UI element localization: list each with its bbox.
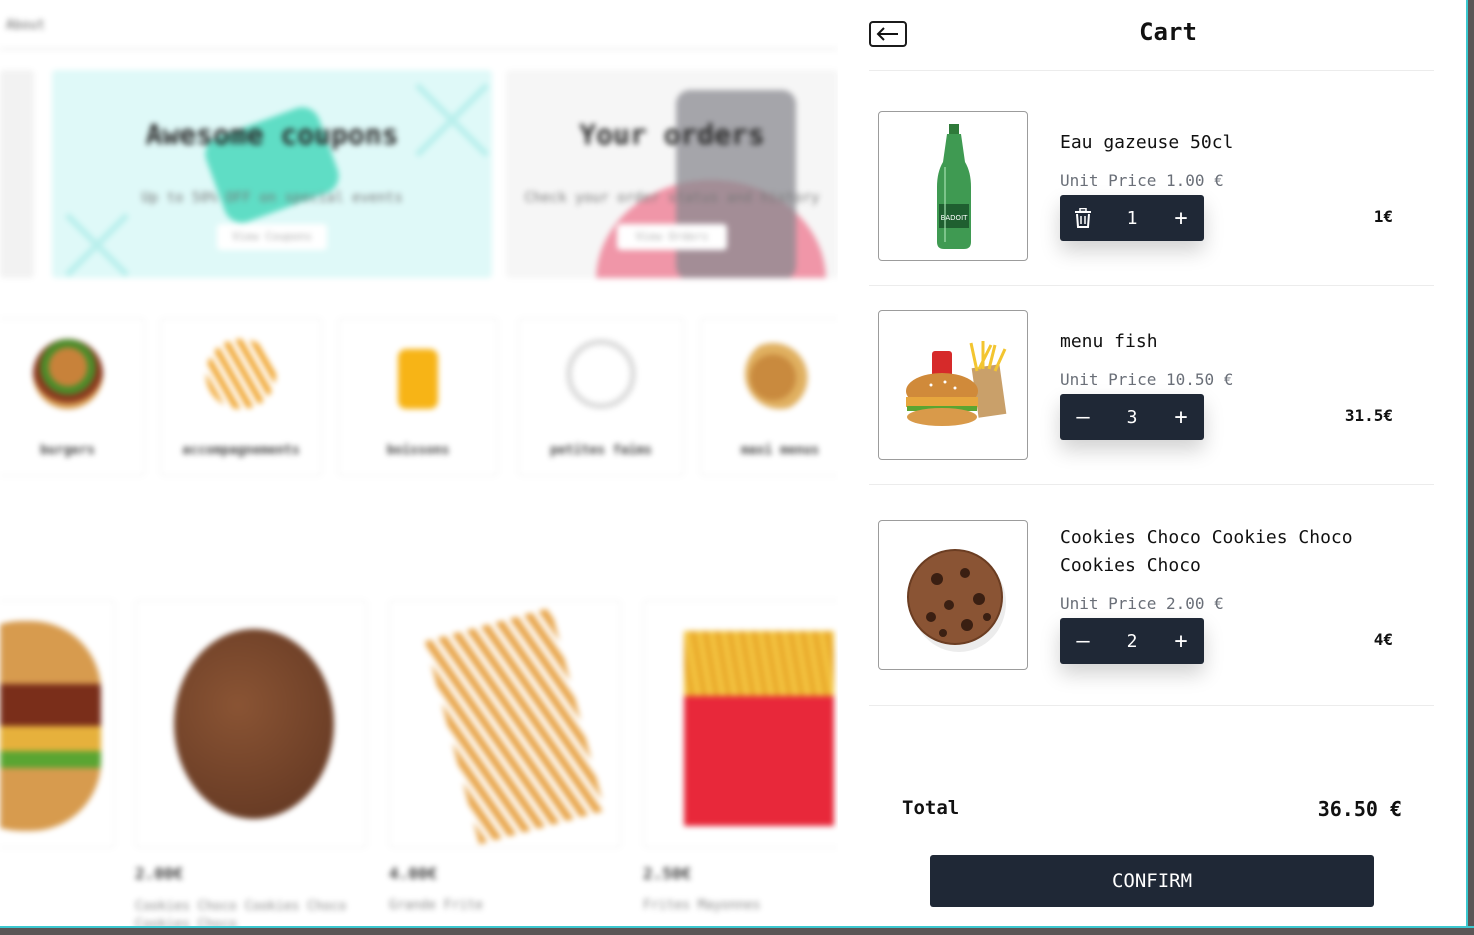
promo-card-partial — [0, 70, 34, 278]
view-orders-button[interactable]: View Orders — [617, 224, 727, 250]
background-page: About Awesome coupons Up to 50% OFF on s… — [0, 0, 838, 935]
item-divider — [869, 484, 1434, 485]
window-edge-bottom — [0, 926, 1474, 935]
view-coupons-button[interactable]: View Coupons — [217, 224, 327, 250]
item-name: Cookies Choco Cookies Choco Cookies Choc… — [1060, 527, 1353, 576]
category-card-boissons[interactable]: boissons — [338, 318, 498, 476]
menu-icon — [745, 339, 815, 409]
promo-card-orders[interactable]: Your orders Check your order status and … — [506, 70, 838, 278]
promo-subtitle: Up to 50% OFF on special events — [141, 190, 403, 206]
line-total: 31.5€ — [1344, 406, 1393, 425]
product-card[interactable] — [643, 600, 838, 848]
increase-quantity-button[interactable]: + — [1158, 618, 1204, 664]
category-card-burgers[interactable]: burgers — [0, 318, 145, 476]
promo-title: Your orders — [579, 118, 765, 151]
product-card[interactable] — [0, 600, 115, 848]
quantity-stepper: – 2 + — [1060, 618, 1204, 664]
category-label: maxi menus — [740, 443, 820, 458]
total-value: 36.50 € — [1317, 797, 1402, 821]
fries-image — [684, 631, 834, 701]
product-name: Frites Mayonnes — [643, 898, 761, 913]
unit-price: Unit Price 1.00 € — [1060, 171, 1224, 190]
plus-icon: + — [1174, 404, 1188, 430]
category-label: boissons — [386, 443, 450, 458]
product-price: 2.00€ — [135, 864, 184, 883]
minus-icon: – — [1076, 628, 1090, 654]
category-label: burgers — [40, 443, 95, 458]
product-card[interactable] — [389, 600, 621, 848]
cart-drawer: Cart BADOIT Eau gazeuse 50cl Unit Price … — [838, 0, 1466, 928]
product-name: Grande Frite — [389, 898, 483, 913]
decrease-quantity-button[interactable]: – — [1060, 618, 1106, 664]
plus-icon: + — [1174, 205, 1188, 231]
cookie-image — [907, 549, 1006, 652]
increase-quantity-button[interactable]: + — [1158, 195, 1204, 241]
trash-icon — [1075, 208, 1091, 228]
category-card-maxi-menus[interactable]: maxi menus — [700, 318, 838, 476]
item-divider — [869, 705, 1434, 706]
cookie-image — [174, 629, 334, 819]
remove-item-button[interactable] — [1060, 195, 1106, 241]
back-button[interactable] — [869, 21, 907, 47]
header-divider — [869, 70, 1434, 71]
quantity-value: 1 — [1126, 207, 1138, 229]
drink-icon — [398, 349, 438, 409]
header-divider — [0, 48, 838, 50]
item-divider — [869, 285, 1434, 286]
category-label: accompagnements — [182, 443, 300, 458]
unit-price: Unit Price 2.00 € — [1060, 594, 1224, 613]
line-total: 4€ — [1373, 630, 1393, 649]
category-label: petites faims — [550, 443, 652, 458]
minus-icon: – — [1076, 404, 1090, 430]
fries-image — [425, 607, 605, 845]
plate-icon — [566, 339, 636, 409]
item-thumbnail — [878, 520, 1028, 670]
burger-icon — [32, 339, 103, 409]
product-price: 4.00€ — [389, 864, 438, 883]
window-edge-right — [1466, 0, 1474, 935]
quantity-stepper: – 3 + — [1060, 394, 1204, 440]
confirm-button[interactable]: CONFIRM — [930, 855, 1374, 907]
quantity-value: 2 — [1126, 630, 1138, 652]
decrease-quantity-button[interactable]: – — [1060, 394, 1106, 440]
item-name: menu fish — [1060, 331, 1158, 352]
cart-title: Cart — [1139, 18, 1197, 46]
fries-box — [684, 696, 834, 826]
promo-title: Awesome coupons — [145, 118, 399, 151]
scissors-decoration — [64, 212, 130, 278]
fries-icon — [206, 339, 276, 409]
item-name: Eau gazeuse 50cl — [1060, 132, 1234, 153]
item-thumbnail: BADOIT — [878, 111, 1028, 261]
increase-quantity-button[interactable]: + — [1158, 394, 1204, 440]
quantity-value: 3 — [1126, 406, 1138, 428]
product-card[interactable] — [135, 600, 367, 848]
line-total: 1€ — [1373, 207, 1393, 226]
burger-image — [0, 621, 101, 831]
menu-fish-image — [906, 341, 1007, 426]
water-bottle-image: BADOIT — [937, 124, 971, 249]
item-thumbnail — [878, 310, 1028, 460]
plus-icon: + — [1174, 628, 1188, 654]
promo-card-coupons[interactable]: Awesome coupons Up to 50% OFF on special… — [52, 70, 492, 278]
total-label: Total — [902, 797, 960, 819]
quantity-stepper: 1 + — [1060, 195, 1204, 241]
category-card-petites-faims[interactable]: petites faims — [518, 318, 684, 476]
nav-link-about[interactable]: About — [6, 18, 45, 33]
category-card-accompagnements[interactable]: accompagnements — [160, 318, 322, 476]
product-price: 2.50€ — [643, 864, 692, 883]
promo-subtitle: Check your order status and history — [524, 190, 820, 206]
arrow-left-icon — [876, 27, 898, 41]
unit-price: Unit Price 10.50 € — [1060, 370, 1234, 389]
